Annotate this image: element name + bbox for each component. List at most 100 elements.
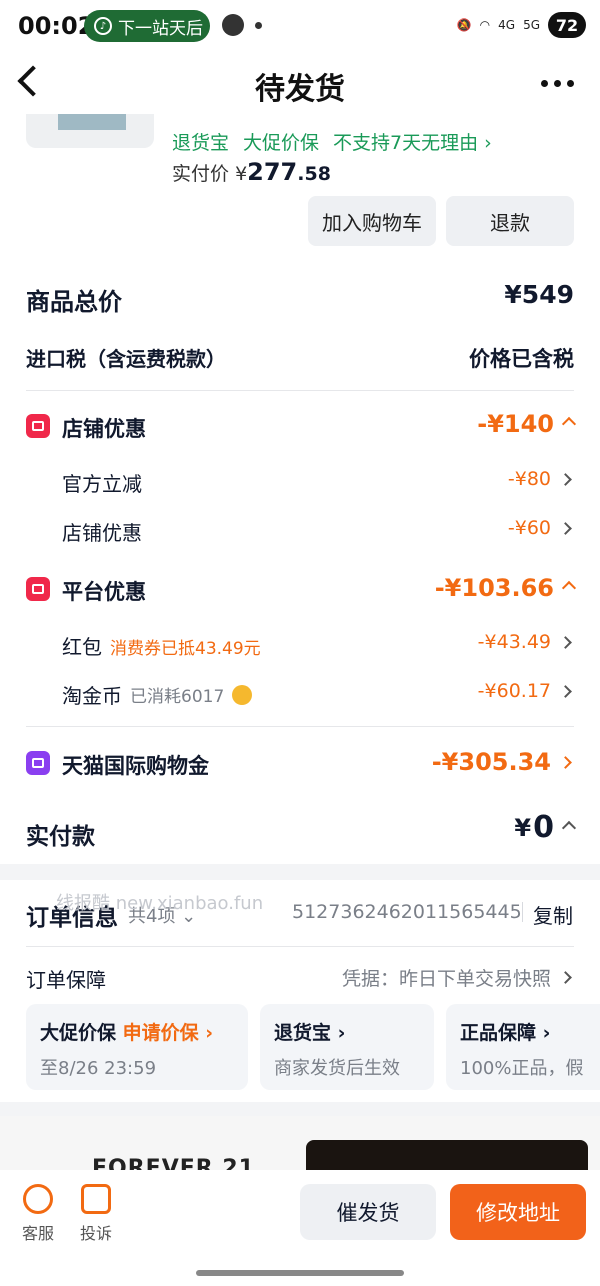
music-icon: ♪: [94, 17, 112, 35]
copy-button[interactable]: 复制: [533, 900, 573, 929]
customer-service-label: 客服: [22, 1224, 55, 1243]
chevron-right-icon: [559, 755, 572, 769]
price-protect-deadline: 至8/26 23:59: [40, 1058, 157, 1079]
official-discount-value: -¥80: [507, 468, 551, 490]
return-insurance-card[interactable]: 退货宝 › 商家发货后生效: [260, 1004, 434, 1090]
snapshot-text: 凭据：昨日下单交易快照: [341, 968, 551, 990]
chevron-up-icon: [561, 820, 577, 835]
goods-total-value: ¥549: [504, 280, 574, 309]
status-bar: 00:02 ♪ 下一站天后 🔕 ◠ 4G 5G 72: [0, 0, 600, 56]
tmall-credit-row[interactable]: -¥305.34: [431, 748, 572, 776]
battery-level: 72: [555, 15, 579, 35]
coin-label: 淘金币: [62, 684, 122, 708]
red-packet-value: -¥43.49: [477, 631, 551, 653]
chevron-right-icon: [559, 684, 572, 698]
divider: [26, 946, 574, 947]
price-protect-card[interactable]: 大促价保 申请价保 › 至8/26 23:59: [26, 1004, 248, 1090]
change-address-button[interactable]: 修改地址: [450, 1184, 586, 1240]
shop-discount-row[interactable]: -¥60: [507, 517, 572, 539]
chevron-up-icon: [561, 416, 577, 432]
red-packet-label: 红包: [62, 635, 102, 659]
return-insurance-sub: 商家发货后生效: [274, 1058, 400, 1079]
goods-total-label: 商品总价: [26, 288, 122, 316]
watermark-text: 线报酷 new.xianbao.fun: [56, 893, 264, 914]
red-packet-row-label: 红包 消费券已抵43.49元: [62, 631, 261, 660]
notification-dot-icon: [255, 22, 262, 29]
authentic-guarantee-card[interactable]: 正品保障 › 100%正品，假: [446, 1004, 600, 1090]
complain-icon: [81, 1184, 111, 1214]
chevron-up-icon: [561, 580, 577, 596]
store-icon: [26, 414, 50, 438]
paid-price: 实付价 ¥277.58: [172, 158, 331, 186]
chevron-right-icon: [559, 971, 572, 984]
price-protect-title: 大促价保: [40, 1022, 117, 1044]
chevron-right-icon: [559, 472, 572, 486]
actual-paid-toggle[interactable]: ¥ 0: [514, 810, 577, 845]
now-playing-pill[interactable]: ♪ 下一站天后: [84, 10, 210, 42]
official-discount-row[interactable]: -¥80: [507, 468, 572, 490]
red-packet-row[interactable]: -¥43.49: [477, 631, 572, 653]
chevron-right-icon: [559, 521, 572, 535]
more-icon[interactable]: [541, 80, 574, 87]
import-tax-value: 价格已含税: [469, 347, 574, 371]
paid-price-currency: ¥: [235, 163, 248, 185]
official-discount-label: 官方立减: [62, 472, 142, 496]
shopping-gold-icon: [26, 751, 50, 775]
platform-discount-label: 平台优惠: [62, 580, 146, 604]
actual-paid-value: 0: [533, 810, 554, 845]
platform-discount-toggle[interactable]: -¥103.66: [434, 574, 577, 602]
store-discount-label: 店铺优惠: [62, 417, 146, 441]
authentic-guarantee-sub: 100%正品，假: [460, 1058, 584, 1079]
actual-paid-currency: ¥: [514, 813, 532, 842]
now-playing-title: 下一站天后: [118, 18, 203, 39]
add-to-cart-button[interactable]: 加入购物车: [308, 196, 436, 246]
wifi-icon: ◠: [479, 18, 491, 32]
customer-service-icon: [23, 1184, 53, 1214]
page-header: 待发货: [0, 56, 600, 114]
divider: [26, 726, 574, 727]
apply-price-protect-link[interactable]: 申请价保: [123, 1022, 199, 1044]
complain-label: 投诉: [80, 1224, 113, 1243]
shop-discount-label: 店铺优惠: [62, 521, 142, 545]
brand-logo-text: FOREVER 21: [92, 1156, 255, 1170]
paid-price-dec: .58: [297, 163, 331, 185]
signal-5g-label: 5G: [523, 18, 540, 32]
recommend-banner[interactable]: FOREVER 21: [0, 1116, 600, 1170]
tag-no-7day-return[interactable]: 不支持7天无理由 ›: [333, 128, 492, 155]
product-image: [58, 114, 126, 130]
order-number: 5127362462011565445: [292, 901, 522, 923]
divider: [26, 390, 574, 391]
paid-price-int: 277: [247, 158, 298, 186]
coin-icon: [232, 684, 253, 705]
chevron-right-icon: [559, 635, 572, 649]
platform-icon: [26, 577, 50, 601]
customer-service-button[interactable]: 客服: [22, 1184, 54, 1244]
bottom-action-bar: 客服 投诉 催发货 修改地址: [0, 1170, 600, 1286]
mute-icon: 🔕: [456, 18, 472, 32]
status-time: 00:02: [18, 12, 95, 40]
urge-shipping-button[interactable]: 催发货: [300, 1184, 436, 1240]
refund-button[interactable]: 退款: [446, 196, 574, 246]
status-icons: 🔕 ◠ 4G 5G 72: [457, 12, 586, 38]
order-detail-card: 退货宝 大促价保 不支持7天无理由 › 实付价 ¥277.58 加入购物车 退款…: [0, 114, 600, 864]
return-insurance-title: 退货宝: [274, 1022, 332, 1044]
tag-price-protect: 大促价保: [243, 132, 320, 154]
paid-price-label: 实付价: [172, 163, 230, 185]
home-indicator[interactable]: [196, 1270, 404, 1276]
actual-paid-label: 实付款: [26, 824, 95, 850]
coin-row-label: 淘金币 已消耗6017: [62, 680, 253, 709]
store-discount-value: -¥140: [477, 410, 554, 438]
tmall-credit-value: -¥305.34: [431, 748, 551, 776]
coin-note: 已消耗6017: [130, 687, 225, 707]
message-icon: [222, 14, 244, 36]
platform-discount-value: -¥103.66: [434, 574, 554, 602]
coin-row[interactable]: -¥60.17: [478, 680, 572, 702]
store-discount-toggle[interactable]: -¥140: [477, 410, 577, 438]
snapshot-link[interactable]: 凭据：昨日下单交易快照: [341, 964, 572, 991]
complain-button[interactable]: 投诉: [80, 1184, 112, 1244]
divider: [522, 902, 523, 922]
signal-4g-label: 4G: [498, 18, 516, 32]
battery-icon: 72: [548, 12, 586, 38]
shop-discount-value: -¥60: [507, 517, 551, 539]
product-tags: 退货宝 大促价保 不支持7天无理由 ›: [172, 128, 492, 155]
